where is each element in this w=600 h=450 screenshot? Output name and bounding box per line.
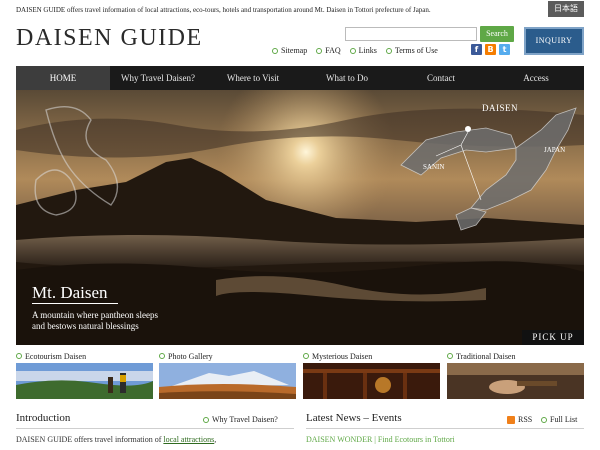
bullet-icon — [316, 47, 323, 54]
pickup-badge[interactable]: PICK UP — [522, 330, 584, 345]
thumb-ecotourism[interactable]: Ecotourism Daisen — [16, 351, 153, 399]
nav-what-to-do[interactable]: What to Do — [300, 66, 394, 90]
main-nav: HOME Why Travel Daisen? Where to Visit W… — [16, 66, 584, 90]
full-list-link[interactable]: Full List — [541, 415, 577, 424]
rss-link[interactable]: RSS — [507, 415, 532, 424]
hero-subtitle-line-2: and bestows natural blessings — [32, 321, 139, 331]
site-logo[interactable]: DAISEN GUIDE — [16, 25, 203, 52]
introduction-heading: Introduction — [16, 412, 71, 424]
search-input[interactable] — [345, 27, 477, 41]
nav-where-to-visit[interactable]: Where to Visit — [206, 66, 300, 90]
thumb-photo-gallery[interactable]: Photo Gallery — [159, 351, 296, 399]
thumb-image[interactable] — [447, 363, 584, 399]
bullet-icon — [272, 47, 278, 54]
rss-icon — [507, 415, 515, 424]
hero-subtitle-line-1: A mountain where pantheon sleeps — [32, 310, 158, 320]
nav-home[interactable]: HOME — [16, 66, 110, 90]
utility-links: Sitemap FAQ Links Terms of Use — [272, 46, 438, 55]
latest-news-divider — [306, 428, 584, 429]
map-label-japan: JAPAN — [544, 146, 566, 154]
thumb-traditional-daisen[interactable]: Traditional Daisen — [447, 351, 584, 399]
search-button[interactable]: Search — [480, 26, 514, 42]
bullet-icon — [16, 353, 22, 359]
latest-news-heading: Latest News – Events — [306, 412, 402, 424]
thumb-label[interactable]: Traditional Daisen — [456, 352, 515, 361]
links-link[interactable]: Links — [349, 46, 377, 55]
hero-divider — [32, 303, 118, 304]
thumb-mysterious-daisen[interactable]: Mysterious Daisen — [303, 351, 440, 399]
introduction-text: DAISEN GUIDE offers travel information o… — [16, 435, 217, 444]
hero-image — [16, 90, 584, 345]
inquiry-button[interactable]: INQUIRY — [524, 27, 584, 55]
why-travel-daisen-link[interactable]: Why Travel Daisen? — [203, 415, 278, 424]
site-tagline: DAISEN GUIDE offers travel information o… — [16, 6, 431, 14]
bullet-icon — [447, 353, 453, 359]
news-item[interactable]: DAISEN WONDER | Find Ecotours in Tottori — [306, 435, 455, 444]
bullet-icon — [203, 416, 209, 423]
bullet-icon — [349, 47, 356, 54]
thumb-label[interactable]: Mysterious Daisen — [312, 352, 372, 361]
introduction-divider — [16, 428, 294, 429]
map-label-daisen: DAISEN — [482, 103, 518, 113]
thumb-image[interactable] — [16, 363, 153, 399]
twitter-icon[interactable]: t — [499, 44, 510, 55]
bullet-icon — [541, 416, 547, 423]
hero-banner[interactable]: DAISEN JAPAN SANIN Mt. Daisen A mountain… — [16, 90, 584, 345]
thumb-label[interactable]: Photo Gallery — [168, 352, 213, 361]
hero-subtitle: A mountain where pantheon sleeps and bes… — [32, 310, 212, 332]
local-attractions-link[interactable]: local attractions — [163, 435, 214, 444]
nav-contact[interactable]: Contact — [394, 66, 488, 90]
hero-title: Mt. Daisen — [32, 283, 108, 302]
nav-why-travel-daisen[interactable]: Why Travel Daisen? — [110, 66, 206, 90]
sitemap-link[interactable]: Sitemap — [272, 46, 307, 55]
bullet-icon — [303, 353, 309, 359]
social-icons: f B t — [471, 44, 510, 55]
thumb-label[interactable]: Ecotourism Daisen — [25, 352, 86, 361]
faq-link[interactable]: FAQ — [316, 46, 341, 55]
bullet-icon — [385, 47, 392, 54]
bullet-icon — [159, 353, 165, 359]
blog-icon[interactable]: B — [485, 44, 496, 55]
thumb-image[interactable] — [159, 363, 296, 399]
terms-of-use-link[interactable]: Terms of Use — [385, 46, 438, 55]
thumb-image[interactable] — [303, 363, 440, 399]
map-label-sanin: SANIN — [423, 163, 445, 171]
facebook-icon[interactable]: f — [471, 44, 482, 55]
nav-access[interactable]: Access — [488, 66, 584, 90]
japanese-language-button[interactable]: 日本語 — [548, 1, 584, 17]
